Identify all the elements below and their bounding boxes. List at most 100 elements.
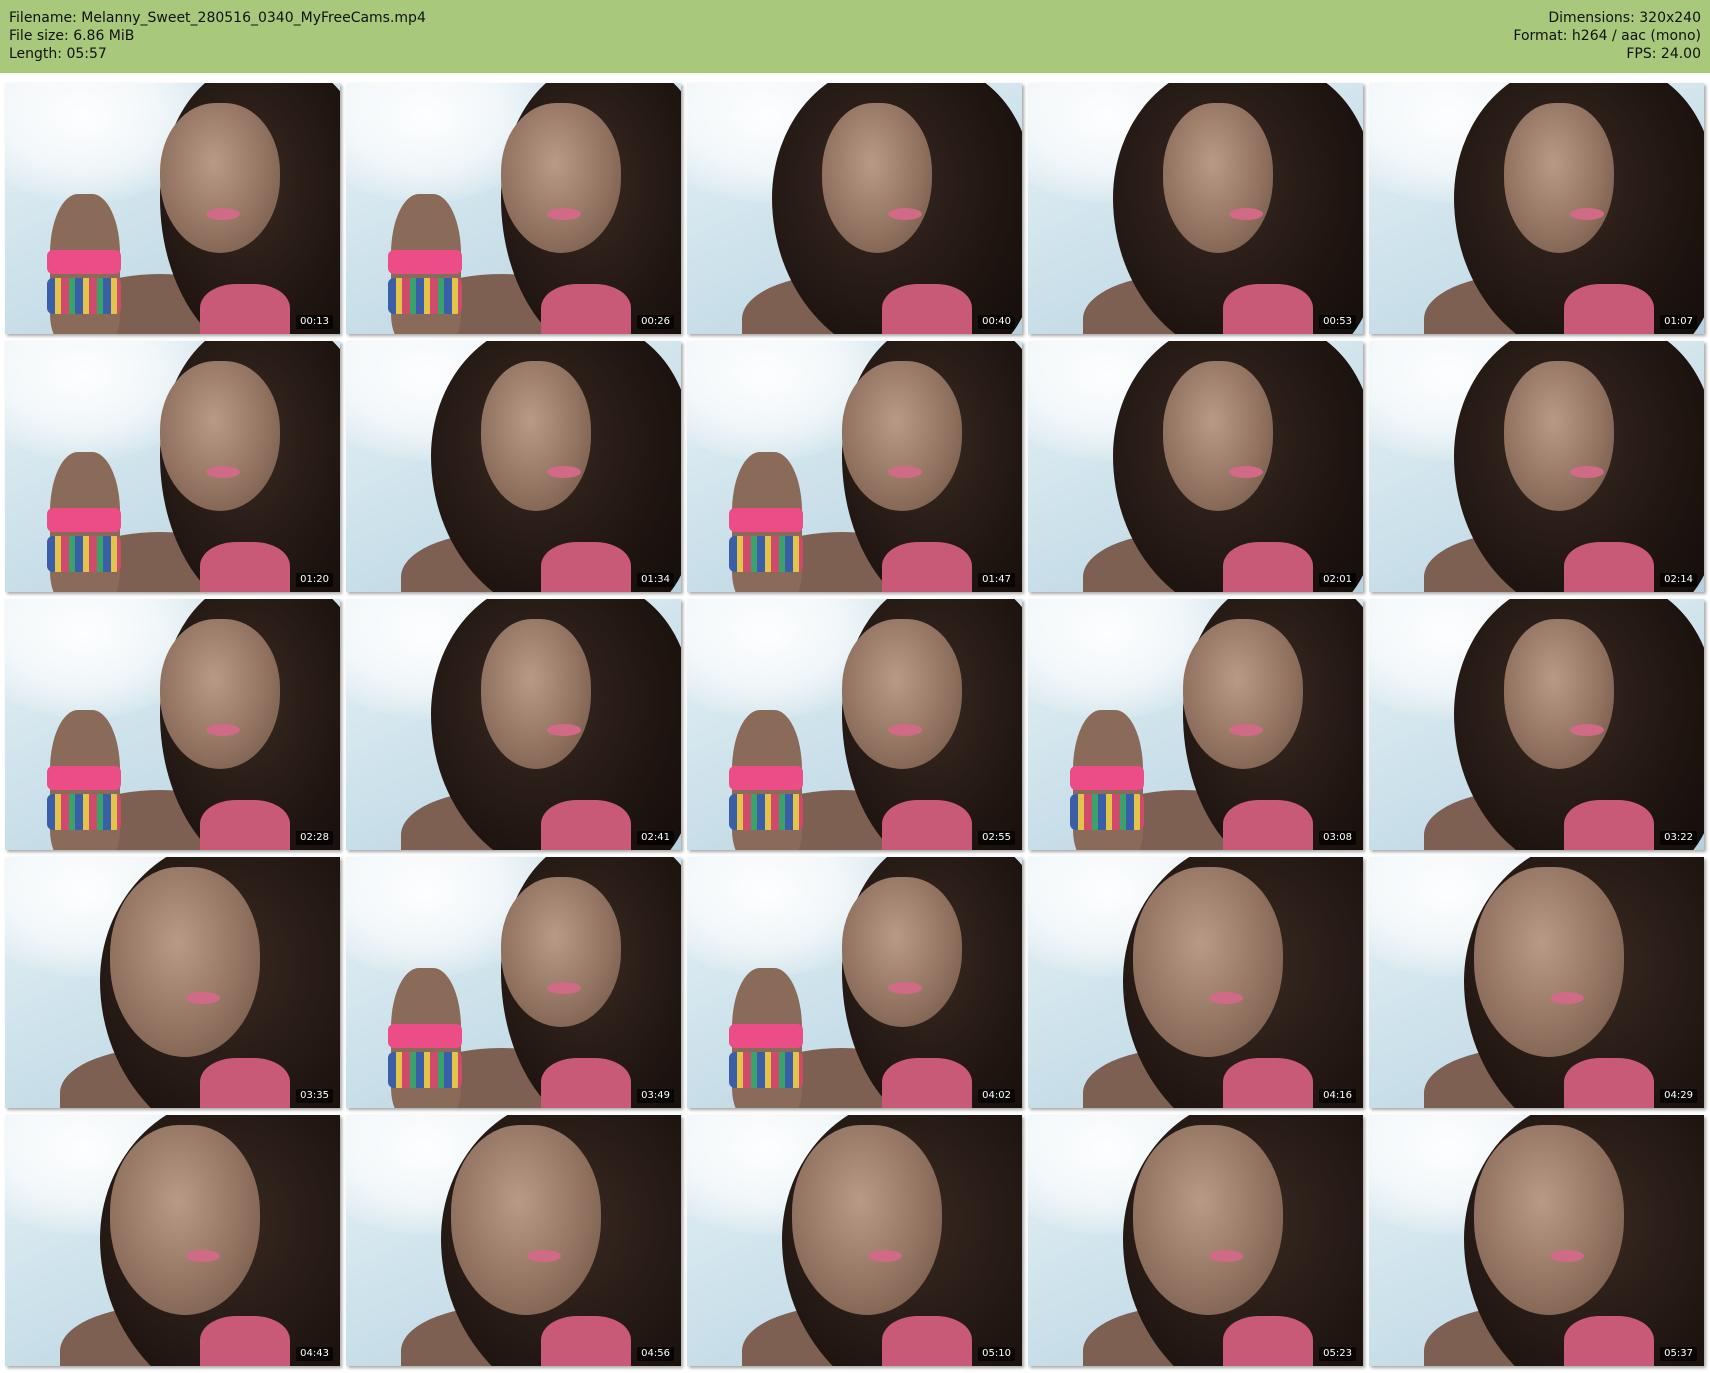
thumbnail-face (1163, 103, 1273, 253)
video-thumbnail: 01:34 (346, 341, 681, 592)
thumbnail-band (388, 1024, 462, 1048)
thumbnail-top (882, 284, 972, 334)
thumbnail-face (451, 1125, 601, 1315)
thumbnail-timestamp: 03:49 (637, 1089, 674, 1103)
video-thumbnail: 00:40 (687, 83, 1022, 334)
fps-label: FPS: 24.00 (1626, 46, 1701, 62)
file-info-left: Filename: Melanny_Sweet_280516_0340_MyFr… (9, 9, 426, 63)
thumbnail-band (729, 508, 803, 532)
thumbnail-timestamp: 05:23 (1319, 1347, 1356, 1361)
thumbnail-top (200, 1058, 290, 1108)
thumbnail-lips (888, 982, 922, 994)
thumbnail-face (110, 1125, 260, 1315)
thumbnail-lips (888, 466, 922, 478)
thumbnail-top (200, 542, 290, 592)
thumbnail-band2 (729, 1052, 803, 1088)
video-thumbnail: 05:37 (1369, 1115, 1704, 1366)
thumbnail-face (1474, 1125, 1624, 1315)
thumbnail-lips (547, 208, 581, 220)
thumbnail-timestamp: 02:01 (1319, 573, 1356, 587)
thumbnail-top (200, 800, 290, 850)
thumbnail-face (842, 619, 962, 769)
dimensions-label: Dimensions: 320x240 (1548, 10, 1701, 26)
thumbnail-top (882, 800, 972, 850)
thumbnail-timestamp: 00:13 (296, 315, 333, 329)
thumbnail-band (729, 766, 803, 790)
thumbnail-face (1504, 361, 1614, 511)
thumbnail-timestamp: 03:08 (1319, 831, 1356, 845)
thumbnail-lips (206, 466, 240, 478)
thumbnail-timestamp: 02:55 (978, 831, 1015, 845)
thumbnail-face (501, 103, 621, 253)
filesize-label: File size: 6.86 MiB (9, 28, 135, 44)
file-info-right: Dimensions: 320x240 Format: h264 / aac (… (1513, 9, 1701, 63)
thumbnail-lips (1229, 724, 1263, 736)
video-thumbnail: 02:14 (1369, 341, 1704, 592)
thumbnail-timestamp: 01:20 (296, 573, 333, 587)
video-thumbnail: 02:55 (687, 599, 1022, 850)
thumbnail-face (792, 1125, 942, 1315)
thumbnail-face (1183, 619, 1303, 769)
thumbnail-top (1223, 800, 1313, 850)
video-thumbnail: 04:16 (1028, 857, 1363, 1108)
thumbnail-band (729, 1024, 803, 1048)
thumbnail-band2 (1070, 794, 1144, 830)
video-thumbnail: 01:07 (1369, 83, 1704, 334)
thumbnail-top (1223, 542, 1313, 592)
video-thumbnail: 00:13 (5, 83, 340, 334)
thumbnail-timestamp: 02:41 (637, 831, 674, 845)
filename-label: Filename: Melanny_Sweet_280516_0340_MyFr… (9, 10, 426, 26)
thumbnail-face (1133, 867, 1283, 1057)
thumbnail-face (1504, 619, 1614, 769)
video-thumbnail: 04:56 (346, 1115, 681, 1366)
thumbnail-lips (547, 466, 581, 478)
thumbnail-top (541, 542, 631, 592)
video-thumbnail: 05:10 (687, 1115, 1022, 1366)
thumbnail-face (160, 361, 280, 511)
thumbnail-grid: 00:13 00:26 00:40 00:53 01:07 01:20 01:34 01:47… (5, 83, 1705, 1367)
thumbnail-lips (1550, 1250, 1584, 1262)
thumbnail-face (160, 103, 280, 253)
thumbnail-lips (547, 982, 581, 994)
thumbnail-band2 (729, 794, 803, 830)
video-thumbnail: 01:47 (687, 341, 1022, 592)
thumbnail-top (541, 1058, 631, 1108)
thumbnail-lips (1570, 208, 1604, 220)
thumbnail-top (541, 284, 631, 334)
thumbnail-top (882, 542, 972, 592)
thumbnail-lips (527, 1250, 561, 1262)
thumbnail-band2 (47, 536, 121, 572)
thumbnail-face (501, 877, 621, 1027)
thumbnail-face (110, 867, 260, 1057)
thumbnail-face (1474, 867, 1624, 1057)
video-thumbnail: 03:49 (346, 857, 681, 1108)
thumbnail-band2 (729, 536, 803, 572)
thumbnail-face (1163, 361, 1273, 511)
thumbnail-top (1564, 800, 1654, 850)
video-thumbnail: 00:26 (346, 83, 681, 334)
thumbnail-band (47, 766, 121, 790)
thumbnail-lips (206, 724, 240, 736)
thumbnail-timestamp: 03:35 (296, 1089, 333, 1103)
video-thumbnail: 04:02 (687, 857, 1022, 1108)
thumbnail-face (160, 619, 280, 769)
thumbnail-top (882, 1316, 972, 1366)
thumbnail-lips (1570, 466, 1604, 478)
thumbnail-timestamp: 00:40 (978, 315, 1015, 329)
file-info-header: Filename: Melanny_Sweet_280516_0340_MyFr… (0, 0, 1710, 73)
thumbnail-timestamp: 02:28 (296, 831, 333, 845)
thumbnail-top (1223, 284, 1313, 334)
thumbnail-face (481, 619, 591, 769)
thumbnail-timestamp: 02:14 (1660, 573, 1697, 587)
video-thumbnail: 00:53 (1028, 83, 1363, 334)
thumbnail-face (1504, 103, 1614, 253)
thumbnail-band (1070, 766, 1144, 790)
thumbnail-timestamp: 05:37 (1660, 1347, 1697, 1361)
thumbnail-lips (1550, 992, 1584, 1004)
thumbnail-lips (1229, 466, 1263, 478)
format-label: Format: h264 / aac (mono) (1513, 28, 1701, 44)
thumbnail-band (47, 508, 121, 532)
thumbnail-lips (547, 724, 581, 736)
thumbnail-lips (186, 992, 220, 1004)
thumbnail-timestamp: 01:47 (978, 573, 1015, 587)
